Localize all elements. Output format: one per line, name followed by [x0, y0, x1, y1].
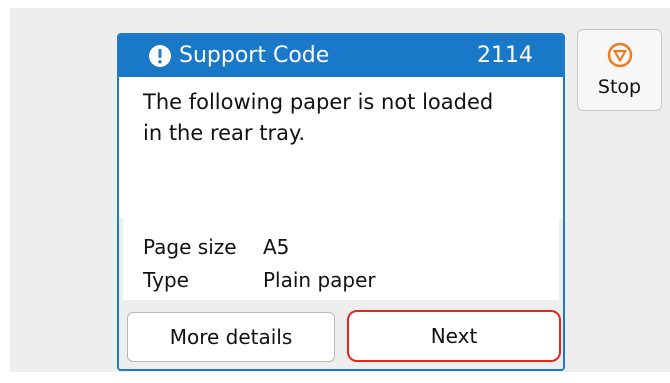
stop-icon — [607, 42, 633, 68]
detail-key: Page size — [143, 235, 237, 259]
stop-button[interactable]: Stop — [577, 29, 662, 111]
dialog-title: Support Code — [179, 43, 330, 68]
details-area: Page size A5 Type Plain paper More details… — [119, 218, 563, 369]
next-button[interactable]: Next — [347, 310, 561, 362]
more-details-label: More details — [169, 325, 293, 349]
detail-row-page-size: Page size A5 — [143, 234, 289, 260]
message-line: in the rear tray. — [143, 121, 306, 145]
detail-value: Plain paper — [263, 268, 376, 292]
support-code-dialog: Support Code 2114 The following paper is… — [117, 33, 565, 371]
info-alert-icon — [149, 45, 171, 67]
paper-details: Page size A5 Type Plain paper — [123, 218, 559, 300]
more-details-button[interactable]: More details — [127, 312, 335, 362]
dialog-title-bar: Support Code 2114 — [119, 35, 563, 77]
detail-key: Type — [143, 268, 189, 292]
error-message: The following paper is not loaded in the… — [143, 87, 553, 149]
detail-value: A5 — [263, 235, 290, 259]
message-line: The following paper is not loaded — [143, 90, 494, 114]
stop-label: Stop — [597, 76, 642, 98]
detail-row-type: Type Plain paper — [143, 267, 376, 293]
next-label: Next — [430, 324, 478, 348]
support-code-number: 2114 — [477, 43, 533, 68]
